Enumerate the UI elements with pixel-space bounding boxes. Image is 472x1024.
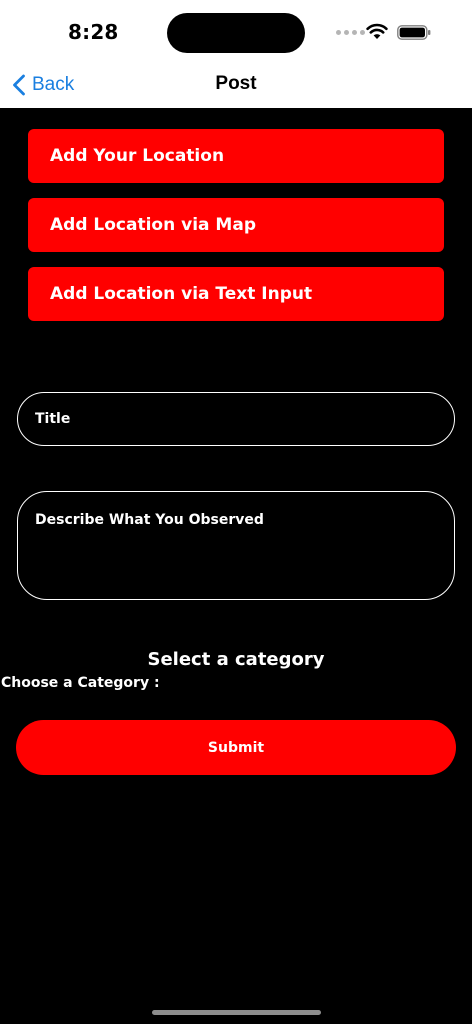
home-indicator — [152, 1010, 321, 1015]
submit-button[interactable]: Submit — [16, 720, 456, 775]
wifi-icon — [366, 23, 388, 39]
status-bar: 8:28 — [0, 0, 472, 62]
battery-icon — [397, 25, 431, 40]
add-location-button[interactable]: Add Your Location — [28, 129, 444, 183]
category-picker[interactable]: Choose a Category : — [1, 675, 160, 691]
title-input[interactable] — [17, 392, 455, 446]
navigation-bar: Back Post — [0, 62, 472, 108]
category-heading: Select a category — [147, 649, 325, 670]
status-time: 8:28 — [68, 20, 119, 44]
add-location-map-button[interactable]: Add Location via Map — [28, 198, 444, 252]
add-location-text-button[interactable]: Add Location via Text Input — [28, 267, 444, 321]
page-title: Post — [215, 73, 257, 94]
dynamic-island — [167, 13, 305, 53]
signal-dots-icon — [336, 30, 365, 35]
description-input[interactable] — [17, 491, 455, 600]
